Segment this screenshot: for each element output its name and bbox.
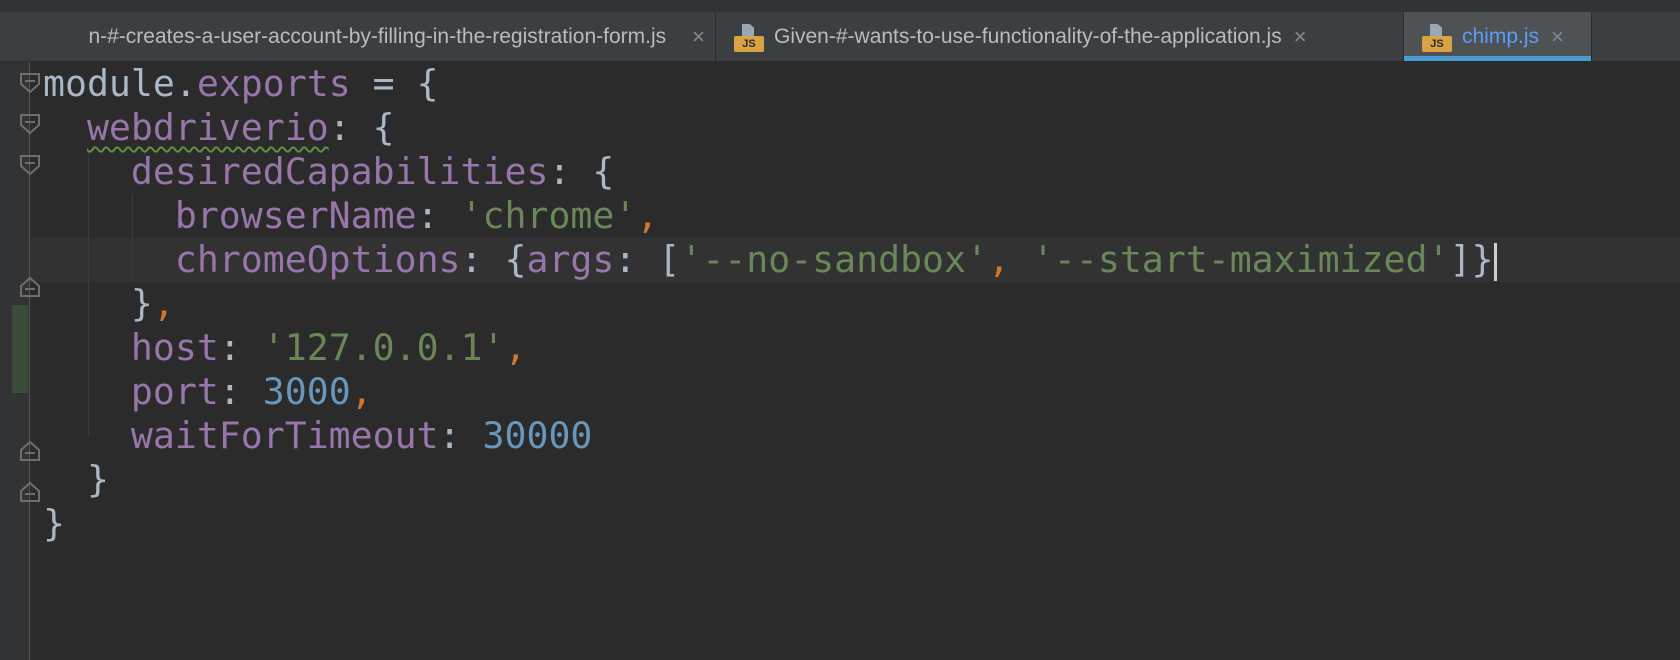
tab-label: Given-#-wants-to-use-functionality-of-th… — [774, 24, 1282, 48]
code-token: module — [43, 62, 175, 105]
code-token: desiredCapabilities — [130, 150, 549, 193]
tab-functionality[interactable]: JS Given-#-wants-to-use-functionality-of… — [716, 12, 1404, 61]
code-token: : — [218, 370, 263, 413]
tab-registration-form[interactable]: n-#-creates-a-user-account-by-filling-in… — [0, 12, 716, 61]
code-token: , — [987, 238, 1032, 281]
code-token: : { — [548, 150, 615, 193]
code-token: 30000 — [482, 414, 593, 457]
close-icon[interactable]: × — [1551, 25, 1564, 48]
code-editor[interactable]: module.exports = { webdriverio: { desire… — [0, 62, 1680, 660]
code-token: ]} — [1449, 238, 1494, 281]
code-line-4: browserName: 'chrome', — [43, 194, 1497, 238]
code-token: : { — [460, 238, 527, 281]
code-token: port — [130, 370, 219, 413]
code-token: } — [86, 458, 109, 501]
code-token: 3000 — [262, 370, 351, 413]
code-token: '--start-maximized' — [1031, 238, 1450, 281]
code-line-1: module.exports = { — [43, 62, 1497, 106]
code-token: } — [130, 282, 153, 325]
code-token: 'chrome' — [460, 194, 637, 237]
code-token: chromeOptions — [174, 238, 461, 281]
code-token: : { — [328, 106, 395, 149]
close-icon[interactable]: × — [692, 25, 705, 48]
fold-open-icon[interactable] — [19, 72, 41, 94]
code-token: : — [438, 414, 483, 457]
code-token: : [ — [614, 238, 681, 281]
code-line-8: port: 3000, — [43, 370, 1497, 414]
code-token: , — [152, 282, 175, 325]
code-token: args — [526, 238, 615, 281]
code-token: webdriverio — [86, 106, 329, 149]
js-badge: JS — [734, 35, 764, 52]
text-caret — [1494, 242, 1498, 281]
code-token: , — [504, 326, 527, 369]
fold-close-icon[interactable] — [19, 276, 41, 298]
fold-open-icon[interactable] — [19, 154, 41, 176]
editor-gutter — [0, 62, 30, 660]
ide-window: n-#-creates-a-user-account-by-filling-in… — [0, 0, 1680, 660]
code-line-5: chromeOptions: {args: ['--no-sandbox', '… — [43, 238, 1498, 282]
code-token: '127.0.0.1' — [262, 326, 505, 369]
change-marker — [12, 305, 28, 393]
code-token: browserName — [174, 194, 417, 237]
close-icon[interactable]: × — [1294, 25, 1307, 48]
js-badge: JS — [1422, 35, 1452, 52]
code-token: , — [636, 194, 659, 237]
code-token: } — [43, 502, 65, 545]
tab-chimp-js[interactable]: JS chimp.js × — [1404, 12, 1592, 61]
code-line-11: } — [43, 502, 1497, 546]
editor-tab-bar: n-#-creates-a-user-account-by-filling-in… — [0, 0, 1680, 62]
code-line-7: host: '127.0.0.1', — [43, 326, 1497, 370]
fold-open-icon[interactable] — [19, 113, 41, 135]
code-line-2: webdriverio: { — [43, 106, 1497, 150]
fold-close-icon[interactable] — [19, 440, 41, 462]
code-token: '--no-sandbox' — [680, 238, 988, 281]
code-token: = { — [350, 62, 439, 105]
code-token: : — [416, 194, 461, 237]
code-token: , — [350, 370, 373, 413]
fold-close-icon[interactable] — [19, 481, 41, 503]
code-token: . — [174, 62, 197, 105]
code-line-6: }, — [43, 282, 1497, 326]
code-line-9: waitForTimeout: 30000 — [43, 414, 1497, 458]
js-file-icon: JS — [1422, 22, 1452, 52]
code-line-10: } — [43, 458, 1497, 502]
tab-label: n-#-creates-a-user-account-by-filling-in… — [88, 24, 667, 48]
code-token: : — [218, 326, 263, 369]
code-token: waitForTimeout — [130, 414, 439, 457]
code-token: exports — [196, 62, 351, 105]
code-content[interactable]: module.exports = { webdriverio: { desire… — [43, 62, 1498, 546]
code-token: host — [130, 326, 219, 369]
js-file-icon: JS — [734, 22, 764, 52]
code-line-3: desiredCapabilities: { — [43, 150, 1497, 194]
tab-label: chimp.js — [1462, 24, 1540, 48]
